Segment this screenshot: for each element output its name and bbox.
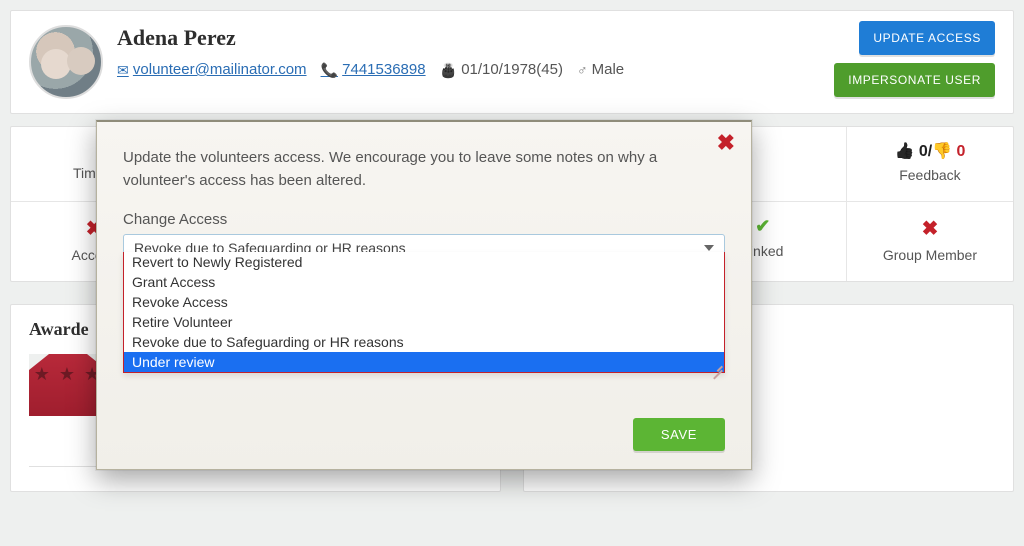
- textarea-resize-handle[interactable]: [709, 357, 723, 371]
- change-access-dropdown[interactable]: Revert to Newly Registered Grant Access …: [123, 252, 725, 373]
- change-access-label: Change Access: [123, 211, 725, 228]
- modal-footer: SAVE: [123, 418, 725, 451]
- modal-description: Update the volunteers access. We encoura…: [123, 146, 685, 193]
- option-revert-newly-registered[interactable]: Revert to Newly Registered: [124, 252, 724, 272]
- option-under-review[interactable]: Under review: [124, 352, 724, 372]
- option-revoke-access[interactable]: Revoke Access: [124, 292, 724, 312]
- option-retire-volunteer[interactable]: Retire Volunteer: [124, 312, 724, 332]
- close-icon[interactable]: ✖: [717, 132, 735, 154]
- option-revoke-safeguarding[interactable]: Revoke due to Safeguarding or HR reasons: [124, 332, 724, 352]
- update-access-modal: ✖ Update the volunteers access. We encou…: [96, 120, 752, 470]
- modal-overlay: ✖ Update the volunteers access. We encou…: [0, 0, 1024, 546]
- option-grant-access[interactable]: Grant Access: [124, 272, 724, 292]
- save-button[interactable]: SAVE: [633, 418, 725, 451]
